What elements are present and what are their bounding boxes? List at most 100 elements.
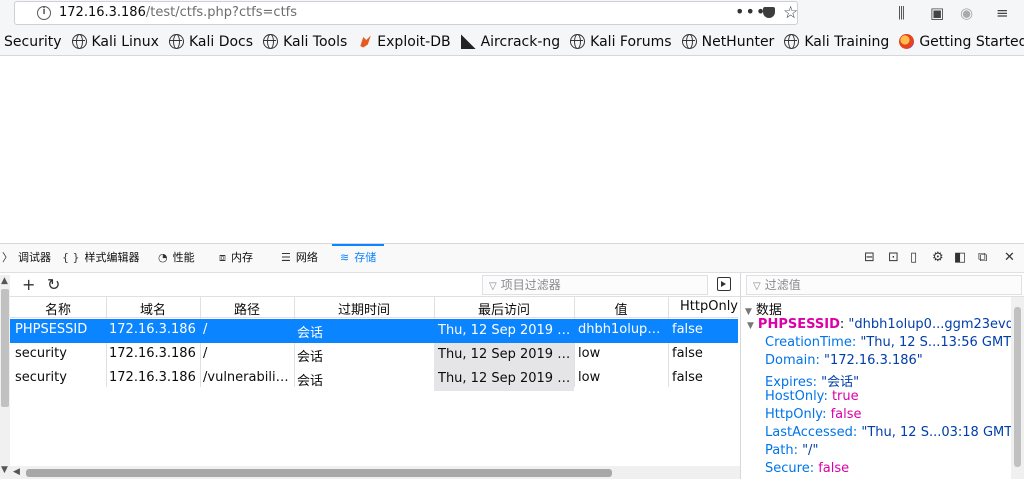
url-bar[interactable]: i 172.16.3.186/test/ctfs.php?ctfs=ctfs •… [14,1,798,25]
cell-expires: 会话 [297,350,324,365]
pocket-icon[interactable] [763,7,775,18]
scroll-down-icon[interactable]: ▼ [1,465,8,475]
bookmark-label: Kali Training [804,33,890,50]
scrollbar-thumb[interactable] [1014,307,1021,467]
tab-label: 样式编辑器 [84,251,140,264]
bookmark-kali-tools[interactable]: Kali Tools [263,34,347,50]
cookies-table: 名称 域名 路径 过期时间 最后访问 值 HttpOnly PHPSESSID … [10,297,738,465]
memory-icon: ⧈ [219,251,226,264]
bookmark-exploit-db[interactable]: Exploit-DB [357,34,451,50]
prop-row[interactable]: Path: "/" [765,443,818,458]
site-info-icon[interactable]: i [37,6,51,20]
prop-row[interactable]: Expires: "会话" [765,371,859,390]
prop-value: "/" [802,443,819,458]
screenshot-icon[interactable]: ▯ [910,250,917,265]
network-icon: ☰ [281,251,291,264]
prop-row[interactable]: HostOnly: true [765,389,859,404]
column-header-domain[interactable]: 域名 [106,299,200,318]
prop-key: Secure [765,461,810,476]
bookmark-star-icon[interactable]: ☆ [783,3,798,23]
cell-httponly: false [672,370,703,385]
tab-storage[interactable]: ≋ 存储 [332,244,385,272]
scrollbar-thumb[interactable] [26,469,612,477]
page-actions-icon[interactable]: ••• [735,2,766,21]
firefox-icon [899,34,915,49]
refresh-button[interactable]: ↻ [47,275,60,294]
column-header-expires[interactable]: 过期时间 [294,299,434,318]
cell-name: PHPSESSID [15,322,88,337]
tab-debugger[interactable]: 〉调试器 [2,244,51,272]
bookmark-getting-started[interactable]: Getting Started [899,34,1024,50]
bookmark-kali-linux[interactable]: Kali Linux [71,34,159,50]
prop-row[interactable]: Domain: "172.16.3.186" [765,353,923,368]
library-icon[interactable]: ⫼ [898,4,905,22]
bookmark-aircrack-ng[interactable]: Aircrack-ng [460,33,561,50]
toggle-sidebar-icon[interactable] [717,277,731,291]
bookmark-kali-docs[interactable]: Kali Docs [168,34,253,50]
sidebar-scrollbar[interactable] [1011,297,1024,479]
prop-row[interactable]: HttpOnly: false [765,407,862,422]
settings-gear-icon[interactable]: ⚙ [932,250,944,265]
responsive-icon[interactable]: ⊟ [864,250,875,265]
sidebar-icon[interactable]: ▣ [930,4,944,22]
prop-key: Expires [765,375,813,390]
tab-performance[interactable]: ◔ 性能 [158,244,195,272]
separate-window-icon[interactable]: ⧉ [978,250,987,265]
table-row[interactable]: PHPSESSID 172.16.3.186 / 会话 Thu, 12 Sep … [10,319,738,343]
item-filter-input[interactable]: ▽ 项目过滤器 [482,275,708,295]
value-filter-input[interactable]: ▽ 过滤值 [746,275,1022,295]
cell-value: low [578,346,601,361]
column-header-name[interactable]: 名称 [10,299,106,318]
prop-row[interactable]: LastAccessed: "Thu, 12 S...03:18 GMT" [765,425,1018,440]
column-header-last-accessed[interactable]: 最后访问 [434,299,574,318]
cell-domain: 172.16.3.186 [109,346,196,361]
expand-triangle-icon[interactable]: ▼ [747,321,754,331]
bookmark-security[interactable]: Security [4,34,62,50]
close-icon[interactable]: ✕ [1004,250,1015,265]
data-section-header[interactable]: ▼ 数据 [745,299,782,318]
globe-icon [570,34,586,49]
bookmark-kali-forums[interactable]: Kali Forums [570,34,672,50]
collapse-triangle-icon[interactable]: ▼ [745,307,752,317]
table-row[interactable]: security 172.16.3.186 / 会话 Thu, 12 Sep 2… [10,343,738,367]
url-text[interactable]: 172.16.3.186/test/ctfs.php?ctfs=ctfs [59,5,297,20]
tab-label: 存储 [354,251,377,264]
tab-memory[interactable]: ⧈ 内存 [219,244,253,272]
section-label: 数据 [755,303,782,318]
column-header-httponly[interactable]: HttpOnly [668,299,738,314]
tab-style-editor[interactable]: { } 样式编辑器 [62,244,140,272]
column-header-value[interactable]: 值 [574,299,668,318]
globe-icon [263,34,279,49]
vertical-scrollbar[interactable]: ▲ ▼ [0,275,10,479]
scrollbar-thumb[interactable] [1,289,9,407]
filter-icon: ▽ [489,281,497,292]
add-item-button[interactable]: + [22,275,35,294]
globe-icon [71,34,87,49]
bookmark-label: Security [4,33,62,50]
cookie-value: "dhbh1olup0...ggm23evd4" [848,317,1024,332]
prop-row[interactable]: Secure: false [765,461,849,476]
scroll-up-icon[interactable]: ▲ [1,276,8,286]
cell-path: / [203,346,208,361]
prop-value: "172.16.3.186" [823,353,923,368]
tab-network[interactable]: ☰ 网络 [281,244,318,272]
extension-icon[interactable]: ◉ [960,4,973,22]
filter-icon: ▽ [753,281,761,292]
filter-placeholder: 过滤值 [764,278,801,292]
column-header-path[interactable]: 路径 [200,299,294,318]
prop-row[interactable]: CreationTime: "Thu, 12 S...13:56 GMT" [765,335,1017,350]
menu-icon[interactable]: ≡ [996,4,1009,22]
horizontal-scrollbar[interactable]: ◀ [10,466,740,479]
table-row[interactable]: security 172.16.3.186 /vulnerabilit... 会… [10,367,738,391]
prop-value: "Thu, 12 S...13:56 GMT" [860,335,1018,350]
bookmark-kali-training[interactable]: Kali Training [784,34,889,50]
dock-side-icon[interactable]: ◧ [954,250,966,265]
bookmark-label: Aircrack-ng [480,33,561,50]
table-header: 名称 域名 路径 过期时间 最后访问 值 HttpOnly [10,297,738,318]
prop-key: CreationTime [765,335,852,350]
scroll-left-icon[interactable]: ◀ [13,467,20,477]
prop-key: HostOnly [765,389,824,404]
cookie-root-entry[interactable]: ▼ PHPSESSID: "dhbh1olup0...ggm23evd4" [747,317,1024,332]
bookmark-nethunter[interactable]: NetHunter [681,34,774,50]
console-split-icon[interactable]: ⊡ [888,250,899,265]
